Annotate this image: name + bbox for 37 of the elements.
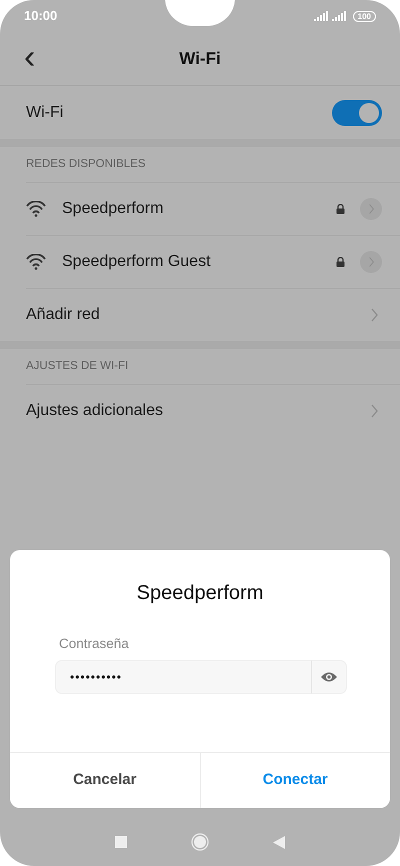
back-nav-button[interactable] xyxy=(273,836,285,848)
recents-button[interactable] xyxy=(115,836,127,848)
signal-icon xyxy=(332,11,346,21)
battery-level: 100 xyxy=(352,10,376,22)
triangle-icon xyxy=(273,836,285,848)
field-label: Contraseña xyxy=(59,635,130,653)
circle-icon xyxy=(191,833,209,851)
setting-label: Wi-Fi xyxy=(26,102,64,122)
show-password-button[interactable] xyxy=(311,660,347,694)
chevron-icon xyxy=(371,308,378,322)
page-title: Wi-Fi xyxy=(179,48,221,70)
item-label: Speedperform xyxy=(62,199,164,219)
details-button[interactable] xyxy=(360,251,382,273)
list-row[interactable]: Ajustes adicionales xyxy=(26,384,400,437)
wifi-toggle[interactable] xyxy=(332,100,382,126)
chevron-icon xyxy=(371,404,378,418)
back-button[interactable]: ‹ xyxy=(20,42,40,72)
wifi-icon xyxy=(26,254,46,270)
square-icon xyxy=(115,836,127,848)
details-button[interactable] xyxy=(360,198,382,220)
home-button[interactable] xyxy=(191,833,209,851)
dialog-title: Speedperform xyxy=(136,581,264,606)
item-label: Añadir red xyxy=(26,305,101,325)
item-label: Ajustes adicionales xyxy=(26,401,164,421)
chevron-icon xyxy=(368,256,374,268)
status-time: 10:00 xyxy=(24,7,58,26)
chevron-icon xyxy=(368,204,374,214)
section-header: AJUSTES DE WI-FI xyxy=(25,358,130,374)
signal-icon xyxy=(314,11,328,21)
list-row[interactable]: Speedperform Guest xyxy=(26,235,400,288)
eye-icon xyxy=(320,671,338,684)
list-row[interactable]: Speedperform xyxy=(26,182,400,235)
section-header: REDES DISPONIBLES xyxy=(25,156,147,172)
password-field[interactable]: •••••••••• xyxy=(55,660,311,694)
wifi-icon xyxy=(26,201,46,217)
dialog-button[interactable]: Conectar xyxy=(200,753,390,808)
item-label: Speedperform Guest xyxy=(62,252,212,272)
